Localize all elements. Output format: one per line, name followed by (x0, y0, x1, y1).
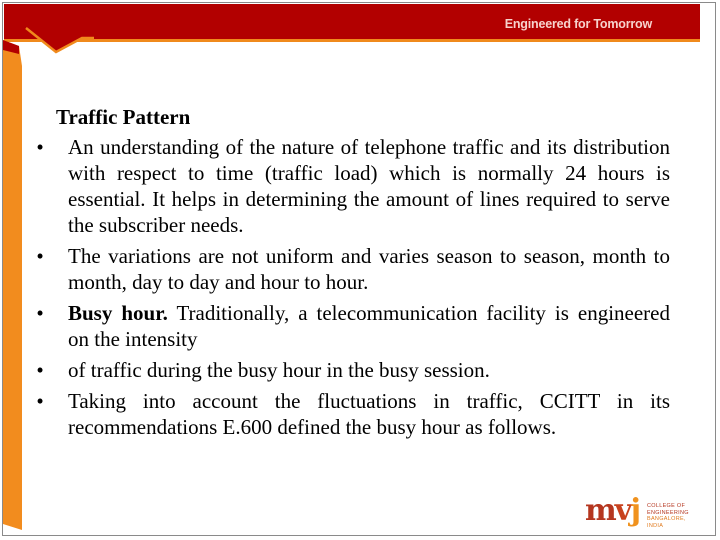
bullet-text: of traffic during the busy hour in the b… (68, 358, 490, 382)
bullet-item: • An understanding of the nature of tele… (28, 134, 670, 238)
slide-content: Traffic Pattern • An understanding of th… (28, 104, 670, 445)
bullet-dot: • (36, 135, 44, 159)
logo-letter-v: v (614, 493, 632, 528)
bullet-dot: • (36, 301, 44, 325)
bullet-item: • Taking into account the fluctuations i… (28, 388, 670, 440)
logo-line-3: BANGALORE, INDIA (647, 516, 686, 529)
bullet-item: • The variations are not uniform and var… (28, 243, 670, 295)
logo-letter-m: m (585, 493, 617, 528)
bullet-item: • Busy hour. Traditionally, a telecommun… (28, 300, 670, 352)
header-tagline: Engineered for Tomorrow (504, 17, 652, 31)
bullet-text: Taking into account the fluctuations in … (68, 389, 670, 439)
bullet-bold-term: Busy hour. (68, 301, 168, 325)
left-accent-bar (3, 40, 22, 530)
bullet-dot: • (36, 389, 44, 413)
mvj-college-logo: mvj COLLEGE OF ENGINEERING BANGALORE, IN… (585, 493, 695, 529)
header-bar: Engineered for Tomorrow (4, 4, 700, 42)
logo-text: COLLEGE OF ENGINEERING BANGALORE, INDIA (647, 503, 695, 529)
logo-letter-j: j (630, 493, 641, 528)
bullet-dot: • (36, 244, 44, 268)
logo-mark: mvj (585, 493, 641, 528)
bullet-text: An understanding of the nature of teleph… (68, 135, 670, 237)
bullet-item: • of traffic during the busy hour in the… (28, 357, 670, 383)
bullet-text: The variations are not uniform and varie… (68, 244, 670, 294)
bullet-list: • An understanding of the nature of tele… (28, 134, 670, 440)
slide-title: Traffic Pattern (56, 105, 191, 129)
bullet-dot: • (36, 358, 44, 382)
